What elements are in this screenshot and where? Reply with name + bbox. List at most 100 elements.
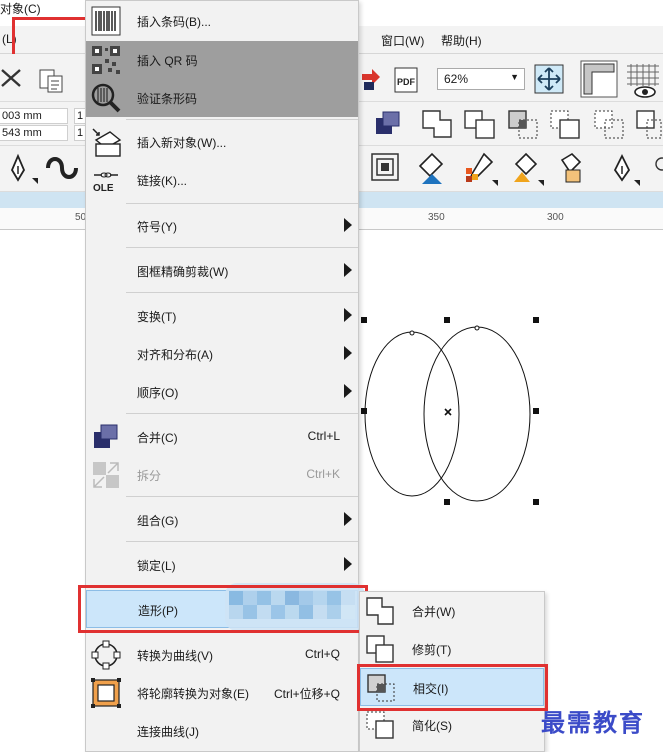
insert-object-icon bbox=[92, 128, 122, 157]
submenu-item-trim[interactable]: 修剪(T) bbox=[360, 630, 544, 668]
trim-toolbar-icon[interactable] bbox=[462, 108, 498, 140]
rulers-icon[interactable] bbox=[580, 60, 618, 98]
combine-icon bbox=[94, 424, 118, 448]
menu-item-label: 拆分 bbox=[137, 469, 162, 483]
back-minus-front-icon[interactable] bbox=[634, 108, 663, 140]
submenu-arrow-icon bbox=[344, 263, 352, 277]
menu-item-convert-to-curves[interactable]: 转换为曲线(V) Ctrl+Q bbox=[86, 636, 358, 674]
submenu-item-simplify[interactable]: 简化(S) bbox=[360, 706, 544, 744]
submenu-arrow-icon bbox=[344, 512, 352, 526]
menu-item-label: 变换(T) bbox=[137, 310, 177, 324]
menu-item-outline-to-object[interactable]: 将轮廓转换为对象(E) Ctrl+位移+Q bbox=[86, 674, 358, 712]
menu-item-label: 顺序(O) bbox=[137, 386, 179, 400]
attributes-eyedropper-icon[interactable] bbox=[508, 150, 546, 188]
artistic-pen-icon[interactable] bbox=[606, 152, 640, 186]
menu-item-powerclip[interactable]: 图框精确剪裁(W) bbox=[86, 252, 358, 290]
menu-item-lock[interactable]: 锁定(L) bbox=[86, 546, 358, 584]
menu-item-label: 合并(C) bbox=[137, 431, 178, 445]
menu-item-label: 插入 QR 码 bbox=[137, 54, 198, 68]
simplify-toolbar-icon[interactable] bbox=[548, 108, 584, 140]
menu-item-validate-barcode[interactable]: 验证条形码 bbox=[86, 79, 358, 117]
menu-item-align-distribute[interactable]: 对齐和分布(A) bbox=[86, 335, 358, 373]
menu-item-insert-barcode[interactable]: 插入条码(B)... bbox=[86, 2, 358, 40]
menu-item-order[interactable]: 顺序(O) bbox=[86, 373, 358, 411]
menu-item-group[interactable]: 组合(G) bbox=[86, 501, 358, 539]
submenu-item-label: 合并(W) bbox=[412, 605, 456, 619]
menu-separator bbox=[126, 292, 358, 293]
menu-item-shortcut: Ctrl+位移+Q bbox=[273, 687, 340, 701]
menu-item-window[interactable]: 窗口(W) bbox=[381, 32, 424, 49]
magnifier-barcode-icon bbox=[91, 83, 121, 113]
zoom-level-select[interactable]: 62% ▼ bbox=[437, 68, 525, 90]
publish-pdf-icon[interactable]: PDF bbox=[392, 66, 424, 94]
menu-item-combine[interactable]: 合并(C) Ctrl+L bbox=[86, 418, 358, 456]
qr-code-icon bbox=[92, 46, 120, 74]
menu-item-label: 验证条形码 bbox=[137, 92, 198, 106]
menu-item-transform[interactable]: 变换(T) bbox=[86, 297, 358, 335]
menu-separator bbox=[126, 496, 358, 497]
pen-tool-icon[interactable] bbox=[6, 152, 38, 186]
weld-icon bbox=[366, 597, 394, 625]
menu-item-help[interactable]: 帮助(H) bbox=[441, 32, 482, 49]
highlight-intersect-item bbox=[357, 664, 548, 711]
export-icon[interactable] bbox=[360, 66, 382, 92]
submenu-arrow-icon bbox=[344, 218, 352, 232]
menu-item-label: 组合(G) bbox=[137, 514, 179, 528]
menu-item-link[interactable]: OLE 链接(K)... bbox=[86, 161, 358, 199]
simplify-icon bbox=[366, 711, 394, 739]
submenu-item-weld[interactable]: 合并(W) bbox=[360, 592, 544, 630]
cut-icon[interactable] bbox=[0, 66, 26, 92]
menu-item-insert-qr[interactable]: 插入 QR 码 bbox=[86, 41, 358, 79]
front-minus-back-icon[interactable] bbox=[592, 108, 628, 140]
zoom-level-value: 62% bbox=[444, 72, 469, 86]
color-eyedropper-icon[interactable] bbox=[462, 150, 500, 188]
menu-item-join-curves[interactable]: 连接曲线(J) bbox=[86, 712, 358, 750]
menu-separator bbox=[126, 247, 358, 248]
menu-separator bbox=[126, 203, 358, 204]
submenu-item-label: 修剪(T) bbox=[412, 643, 452, 657]
menu-item-label: 锁定(L) bbox=[137, 559, 176, 573]
ole-link-icon: OLE bbox=[93, 172, 118, 194]
chevron-down-icon: ▼ bbox=[510, 72, 519, 82]
fill-tool-icon[interactable] bbox=[412, 150, 450, 186]
object-y-field[interactable]: 543 mm bbox=[0, 125, 68, 141]
object-menu-dropdown: 插入条码(B)... 插入 QR 码 验证条形码 插入新对象(W)... OLE… bbox=[85, 0, 359, 752]
bezier-tool-icon[interactable] bbox=[44, 152, 80, 186]
submenu-arrow-icon bbox=[344, 384, 352, 398]
menu-item-label: 符号(Y) bbox=[137, 220, 177, 234]
smart-fill-icon[interactable] bbox=[552, 150, 590, 188]
watermark-logo: 最需教育 bbox=[541, 708, 645, 737]
intersect-toolbar-icon[interactable] bbox=[506, 108, 542, 140]
submenu-arrow-icon bbox=[344, 557, 352, 571]
menu-separator bbox=[126, 119, 358, 120]
ruler-tick-label: 300 bbox=[547, 212, 564, 223]
barcode-icon bbox=[91, 6, 121, 36]
paste-icon[interactable] bbox=[38, 68, 68, 94]
weld-toolbar-icon[interactable] bbox=[420, 108, 456, 140]
ruler-tick-label: 350 bbox=[428, 212, 445, 223]
grid-icon[interactable] bbox=[625, 62, 661, 98]
menu-item-shortcut: Ctrl+L bbox=[307, 429, 340, 443]
zoom-to-page-icon[interactable] bbox=[534, 64, 564, 94]
ole-text: OLE bbox=[93, 183, 114, 194]
canvas-selection[interactable] bbox=[359, 310, 559, 510]
menu-item-symbol[interactable]: 符号(Y) bbox=[86, 207, 358, 245]
svg-text:PDF: PDF bbox=[397, 77, 416, 87]
menu-separator bbox=[126, 541, 358, 542]
menu-item-label: 图框精确剪裁(W) bbox=[137, 265, 229, 279]
object-x-field[interactable]: 003 mm bbox=[0, 108, 68, 124]
menu-item-object-label: 对象(C) bbox=[0, 2, 41, 16]
menu-item-shortcut: Ctrl+Q bbox=[304, 647, 340, 661]
more-tools-icon[interactable] bbox=[652, 152, 663, 186]
contour-tool-icon[interactable] bbox=[370, 152, 402, 184]
combine-toolbar-icon[interactable] bbox=[372, 108, 402, 138]
menu-item-label: 将轮廓转换为对象(E) bbox=[137, 687, 249, 701]
menu-item-break-apart[interactable]: 拆分 Ctrl+K bbox=[86, 456, 358, 494]
menu-item-insert-new-object[interactable]: 插入新对象(W)... bbox=[86, 123, 358, 161]
menu-separator bbox=[126, 413, 358, 414]
menu-item-shortcut: Ctrl+K bbox=[306, 467, 340, 481]
trim-icon bbox=[366, 635, 394, 663]
submenu-item-label: 简化(S) bbox=[412, 719, 452, 733]
submenu-arrow-icon bbox=[344, 346, 352, 360]
break-apart-icon bbox=[93, 462, 119, 488]
